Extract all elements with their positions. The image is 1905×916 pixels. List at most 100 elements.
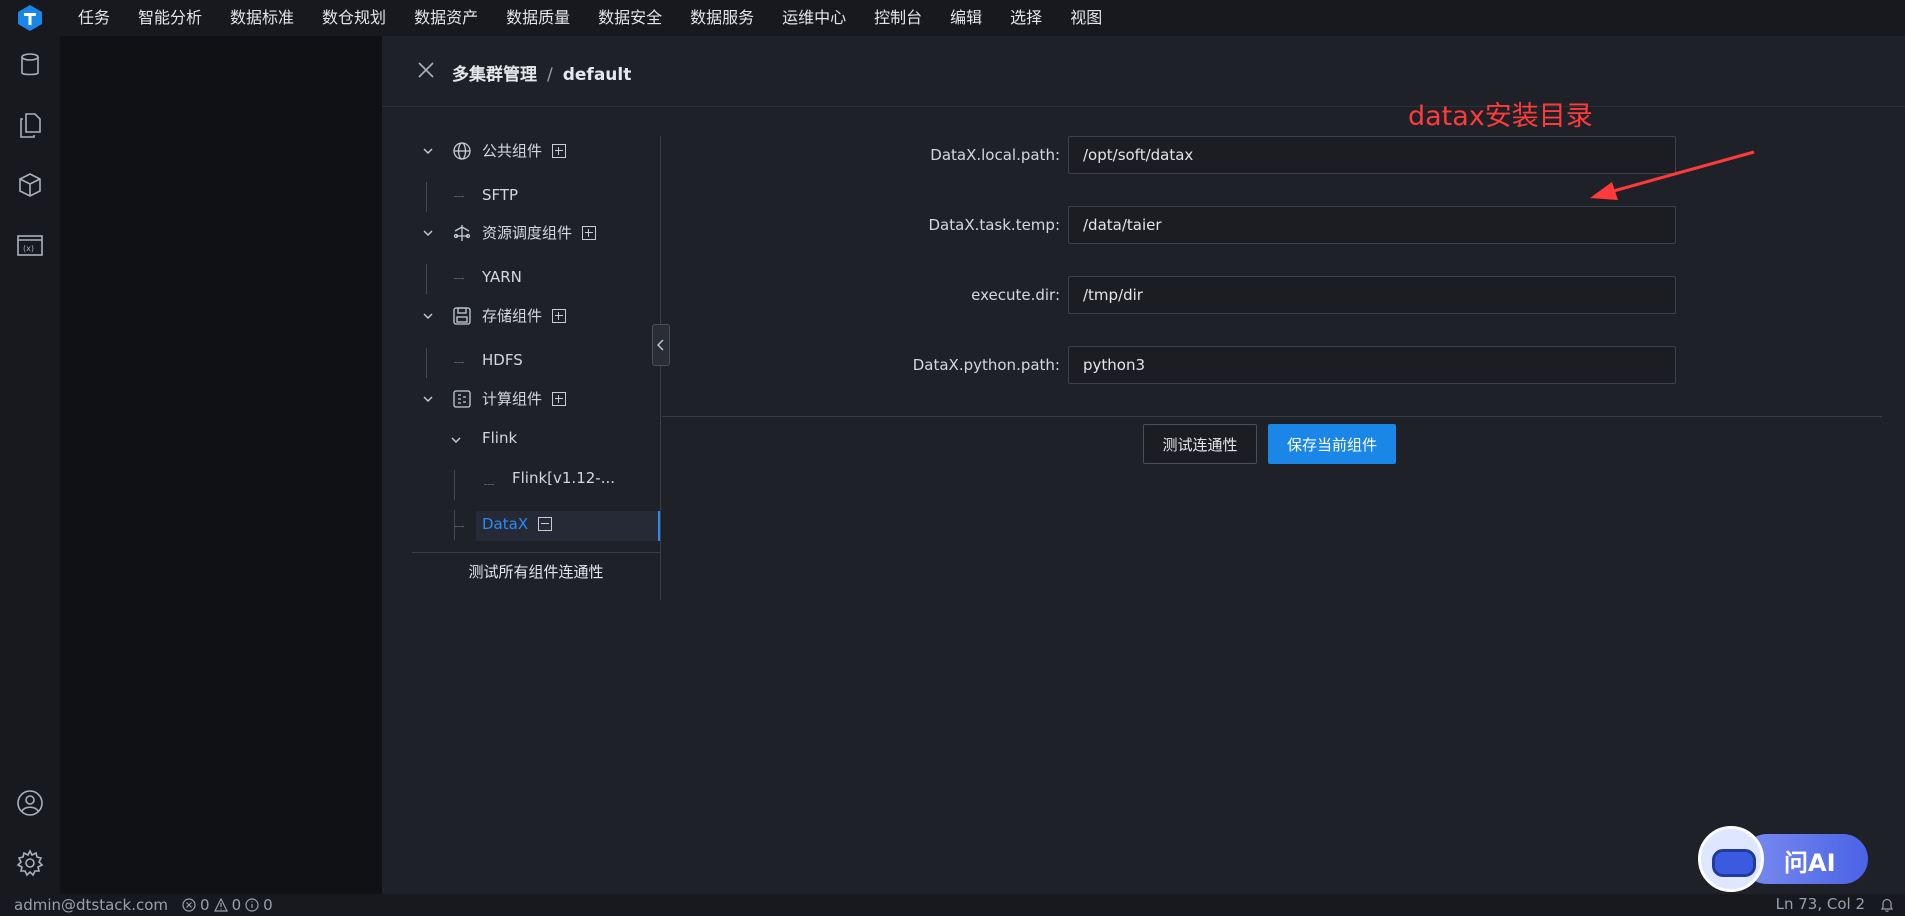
tree-item-label: DataX (482, 515, 529, 533)
tree-group-label: 计算组件 (482, 390, 543, 408)
tree-item-label: YARN (482, 268, 522, 286)
breadcrumb-current: default (562, 65, 632, 85)
sidebar-panel (60, 36, 382, 894)
resource-schedule-icon (453, 224, 471, 241)
menu-item-data-quality[interactable]: 数据质量 (492, 0, 584, 36)
svg-text:(x): (x) (23, 244, 34, 253)
tree-group-label: 公共组件 (482, 142, 543, 160)
collapse-tree-button[interactable] (652, 324, 670, 366)
annotation-arrow-icon (1590, 150, 1755, 200)
tree-group-resource-scheduling[interactable]: 资源调度组件 (452, 222, 597, 243)
tree-group-compute[interactable]: 计算组件 (452, 388, 567, 409)
files-icon[interactable] (15, 110, 45, 140)
menu-item-selection[interactable]: 选择 (996, 0, 1056, 36)
database-icon[interactable] (15, 50, 45, 80)
menu-item-warehouse-planning[interactable]: 数仓规划 (308, 0, 400, 36)
add-component-icon[interactable] (552, 143, 567, 158)
menu-item-task[interactable]: 任务 (64, 0, 124, 36)
info-count: 0 (263, 896, 273, 914)
settings-gear-icon[interactable] (15, 848, 45, 878)
cluster-management-panel: 多集群管理 / default 公共组件 SFTP 资源调度组件 YARN 存储… (382, 36, 1905, 894)
save-component-button[interactable]: 保存当前组件 (1268, 424, 1396, 464)
variable-icon[interactable]: (x) (15, 230, 45, 260)
menu-item-data-standard[interactable]: 数据标准 (216, 0, 308, 36)
ai-robot-icon (1698, 826, 1764, 892)
close-icon[interactable] (416, 60, 436, 80)
ask-ai-label: 问AI (1784, 849, 1836, 877)
annotation-text: datax安装目录 (1408, 101, 1593, 132)
panel-header: 多集群管理 / default (382, 36, 1905, 107)
menu-item-console[interactable]: 控制台 (860, 0, 936, 36)
tree-item-yarn[interactable]: YARN (482, 268, 522, 286)
test-all-footer: 测试所有组件连通性 (412, 552, 660, 591)
test-all-components-button[interactable]: 测试所有组件连通性 (412, 553, 660, 591)
chevron-down-icon[interactable] (422, 227, 434, 239)
status-diagnostics[interactable]: 0 0 0 (182, 896, 273, 914)
tree-guide (454, 526, 464, 528)
bell-icon[interactable] (1879, 897, 1895, 913)
add-component-icon[interactable] (582, 225, 597, 240)
tree-guide (426, 348, 427, 378)
tree-item-sftp[interactable]: SFTP (482, 186, 518, 204)
tree-item-hdfs[interactable]: HDFS (482, 351, 523, 369)
field-label-execute-dir: execute.dir: (971, 286, 1060, 304)
form-divider (662, 416, 1882, 417)
field-label-task-temp: DataX.task.temp: (928, 216, 1061, 234)
tree-group-public[interactable]: 公共组件 (452, 140, 567, 161)
add-component-icon[interactable] (552, 391, 567, 406)
breadcrumb-root[interactable]: 多集群管理 (452, 65, 537, 85)
save-disk-icon (453, 306, 471, 325)
error-count: 0 (200, 896, 210, 914)
taier-logo-icon[interactable] (16, 4, 44, 32)
add-component-icon[interactable] (552, 308, 567, 323)
tree-guide (426, 182, 427, 212)
tree-item-label: SFTP (482, 186, 519, 204)
tree-guide (454, 470, 455, 500)
compute-icon (453, 389, 471, 408)
status-bar: admin@dtstack.com 0 0 0 Ln 73, Col 2 (0, 894, 1905, 916)
remove-component-icon[interactable] (538, 517, 553, 531)
chevron-down-icon[interactable] (422, 145, 434, 157)
test-connectivity-button[interactable]: 测试连通性 (1143, 424, 1257, 464)
chevron-down-icon[interactable] (422, 393, 434, 405)
tree-group-label: 存储组件 (482, 307, 543, 325)
menu-item-data-security[interactable]: 数据安全 (584, 0, 676, 36)
chevron-left-icon (657, 339, 664, 351)
tree-item-datax[interactable]: DataX (482, 515, 553, 533)
field-label-local-path: DataX.local.path: (930, 146, 1060, 164)
breadcrumb-separator: / (547, 65, 553, 85)
error-icon (182, 898, 196, 912)
tree-guide (454, 510, 455, 540)
menu-item-data-assets[interactable]: 数据资产 (400, 0, 492, 36)
account-icon[interactable] (15, 788, 45, 818)
field-label-python-path: DataX.python.path: (912, 356, 1060, 374)
tree-item-label: Flink[v1.12-... (512, 469, 616, 487)
execute-dir-input[interactable]: /tmp/dir (1068, 276, 1676, 314)
cursor-position[interactable]: Ln 73, Col 2 (1776, 895, 1865, 913)
chevron-down-icon[interactable] (450, 434, 462, 446)
status-user[interactable]: admin@dtstack.com (14, 896, 168, 914)
tree-item-flink[interactable]: Flink (482, 429, 517, 447)
menu-item-view[interactable]: 视图 (1056, 0, 1116, 36)
tree-guide (454, 278, 464, 280)
globe-icon (453, 141, 471, 160)
package-icon[interactable] (15, 170, 45, 200)
info-icon (245, 898, 259, 912)
chevron-down-icon[interactable] (422, 310, 434, 322)
tree-guide (484, 484, 494, 486)
tree-guide (454, 362, 464, 364)
menu-item-data-service[interactable]: 数据服务 (676, 0, 768, 36)
tree-guide (426, 264, 427, 294)
warning-count: 0 (231, 896, 242, 914)
tree-group-label: 资源调度组件 (482, 224, 573, 242)
menu-item-analytics[interactable]: 智能分析 (124, 0, 216, 36)
ask-ai-button[interactable]: 问AI (1698, 826, 1874, 892)
tree-divider (660, 136, 661, 600)
menu-item-ops-center[interactable]: 运维中心 (768, 0, 860, 36)
menu-bar: 任务 智能分析 数据标准 数仓规划 数据资产 数据质量 数据安全 数据服务 运维… (0, 0, 1905, 36)
python-path-input[interactable]: python3 (1068, 346, 1676, 384)
task-temp-input[interactable]: /data/taier (1068, 206, 1676, 244)
menu-item-edit[interactable]: 编辑 (936, 0, 996, 36)
tree-item-flink-version[interactable]: Flink[v1.12-... (512, 469, 615, 487)
tree-group-storage[interactable]: 存储组件 (452, 305, 567, 326)
